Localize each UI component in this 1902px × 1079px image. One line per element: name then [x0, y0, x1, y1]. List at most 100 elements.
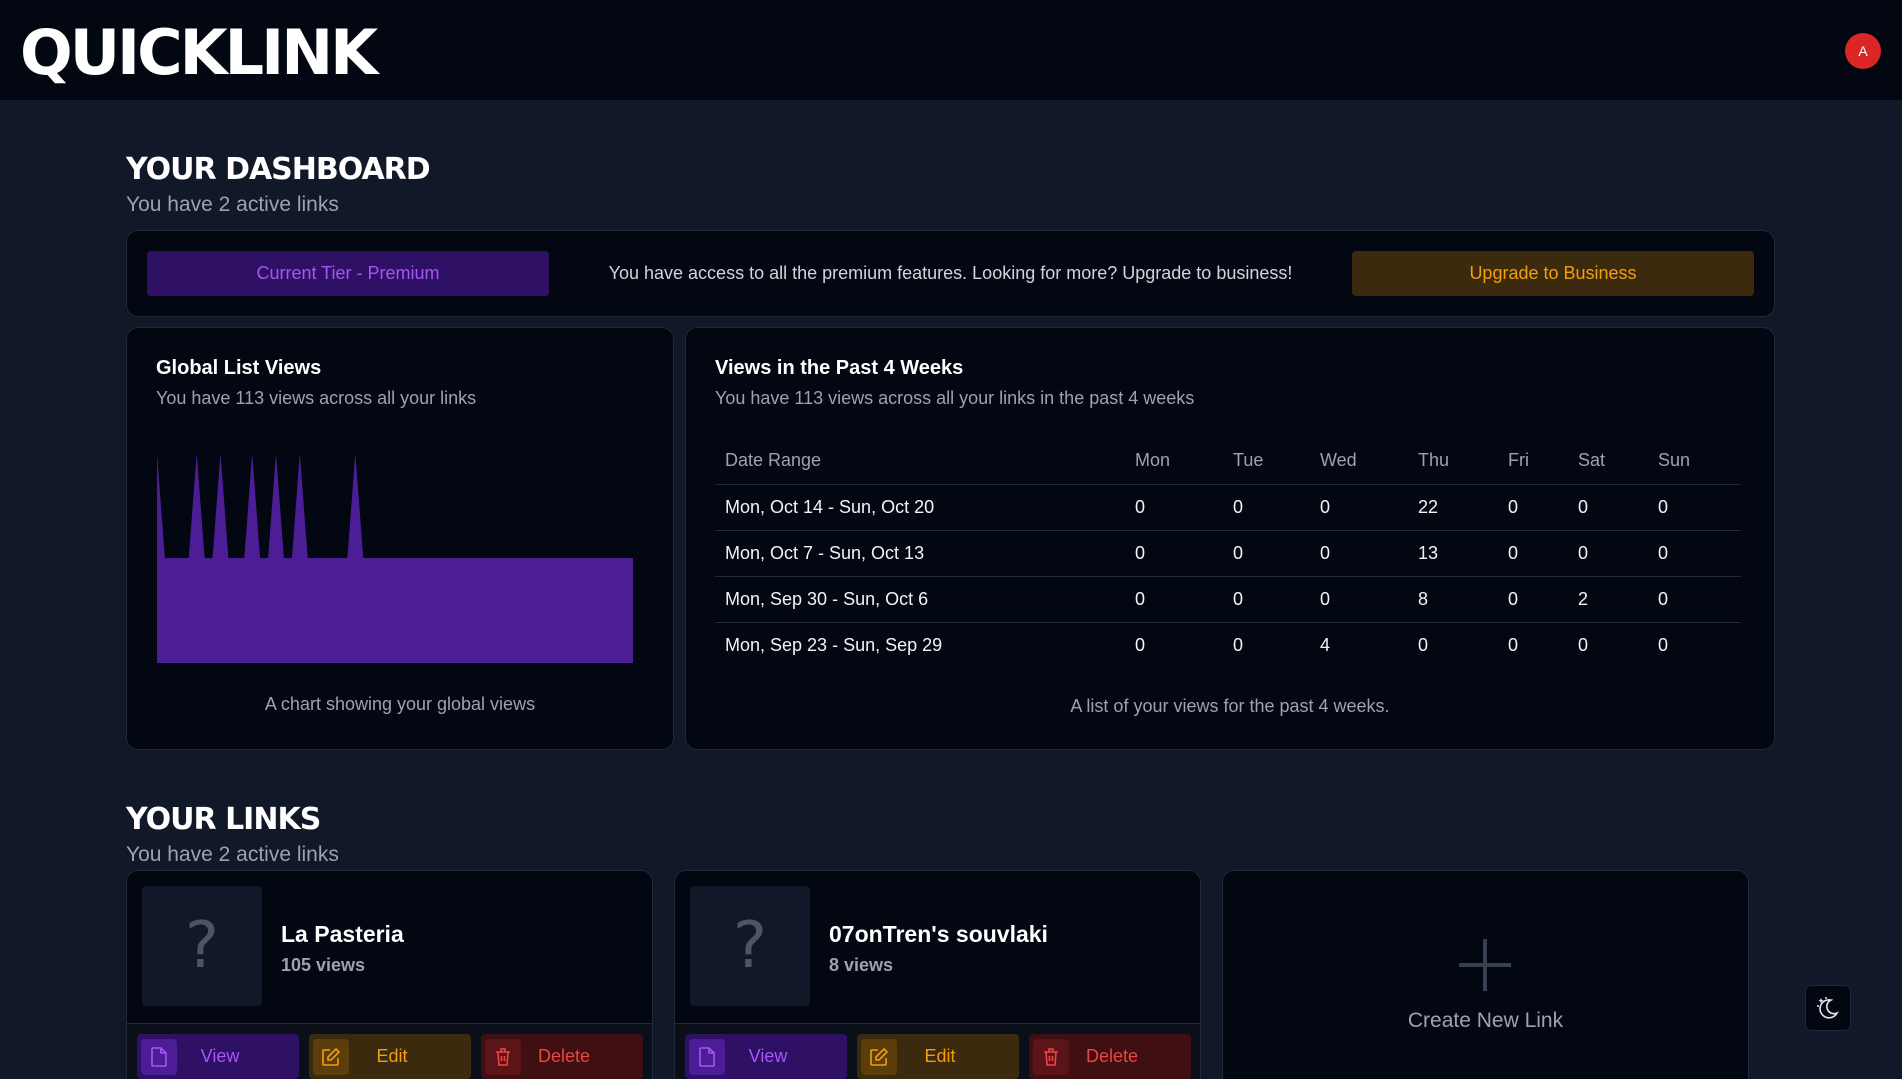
table-cell: Mon, Oct 7 - Sun, Oct 13: [715, 530, 1125, 577]
global-views-caption: A chart showing your global views: [264, 694, 536, 714]
link-views: 8 views: [829, 955, 894, 975]
table-cell: 0: [1310, 530, 1408, 577]
table-cell: 0: [1498, 576, 1568, 623]
theme-toggle-button[interactable]: [1805, 985, 1851, 1031]
table-cell: 0: [1135, 634, 1146, 655]
links-title: YOUR LINKS: [126, 802, 321, 837]
link-views: 105 views: [281, 955, 366, 975]
table-cell: 4: [1320, 634, 1331, 655]
weekly-views-caption: A list of your views for the past 4 week…: [1070, 696, 1390, 716]
question-mark-icon: ?: [142, 886, 262, 1006]
table-cell: 0: [1418, 634, 1429, 655]
table-cell: Mon, Sep 30 - Sun, Oct 6: [715, 576, 1125, 623]
column-header: Date Range: [715, 438, 1125, 485]
table-cell: 0: [1310, 484, 1408, 531]
table-cell: 0: [1223, 530, 1310, 577]
table-cell: Mon, Oct 14 - Sun, Oct 20: [715, 484, 1125, 531]
plus-icon: [1459, 939, 1511, 991]
moon-stars-icon: [1817, 997, 1839, 1019]
table-cell: 0: [1498, 530, 1568, 577]
create-new-link-label: Create New Link: [1407, 1009, 1564, 1032]
table-cell: Mon, Sep 23 - Sun, Sep 29: [725, 634, 943, 655]
link-card: ? La Pasteria 105 views View Edit Delete: [126, 870, 653, 1079]
global-views-card: Global List Views You have 113 views acr…: [126, 327, 674, 750]
link-name: La Pasteria: [281, 921, 404, 947]
table-cell: 0: [1125, 484, 1223, 531]
weekly-views-table: Date Range Mon Tue Wed Thu Fri Sat Sun M…: [715, 438, 1741, 668]
edit-button[interactable]: Edit: [857, 1034, 1019, 1079]
create-new-link-button[interactable]: Create New Link: [1222, 870, 1749, 1079]
edit-label: Edit: [924, 1046, 956, 1066]
links-subtitle: You have 2 active links: [126, 843, 339, 866]
global-views-area: [157, 453, 633, 663]
column-header: Mon: [1125, 438, 1223, 485]
dashboard-title: YOUR DASHBOARD: [126, 152, 431, 187]
global-views-title: Global List Views: [156, 357, 322, 379]
table-cell: 22: [1408, 484, 1498, 531]
app-logo[interactable]: QUICKLINK: [20, 16, 378, 89]
table-cell: 0: [1648, 576, 1741, 623]
table-header-row: Date Range Mon Tue Wed Thu Fri Sat Sun: [715, 438, 1741, 485]
column-header: Sun: [1648, 438, 1741, 485]
table-cell: 0: [1233, 634, 1244, 655]
edit-label: Edit: [376, 1046, 408, 1066]
table-cell: 0: [1658, 634, 1669, 655]
link-actions: View Edit Delete: [127, 1023, 652, 1079]
file-icon: [141, 1038, 177, 1075]
table-cell: 8: [1408, 576, 1498, 623]
weekly-views-card: Views in the Past 4 Weeks You have 113 v…: [685, 327, 1775, 750]
column-header: Thu: [1408, 438, 1498, 485]
table-cell: 0: [1125, 576, 1223, 623]
question-mark-icon: ?: [690, 886, 810, 1006]
trash-icon: [485, 1038, 521, 1075]
upgrade-to-business-button[interactable]: Upgrade to Business: [1352, 251, 1754, 296]
table-cell: 0: [1310, 576, 1408, 623]
delete-button[interactable]: Delete: [1029, 1034, 1191, 1079]
table-cell: 0: [1223, 576, 1310, 623]
view-label: View: [200, 1046, 240, 1066]
current-tier-badge: Current Tier - Premium: [147, 251, 549, 296]
global-views-chart: [157, 453, 633, 663]
table-row: Mon, Sep 23 - Sun, Sep 29 0 0 4 0 0 0 0: [715, 622, 1741, 668]
tier-message: You have access to all the premium featu…: [608, 263, 1293, 283]
column-header: Tue: [1223, 438, 1310, 485]
table-row: Mon, Sep 30 - Sun, Oct 6 0 0 0 8 0 2 0: [715, 576, 1741, 623]
column-header: Fri: [1498, 438, 1568, 485]
table-cell: 2: [1568, 576, 1648, 623]
table-cell: 0: [1498, 484, 1568, 531]
column-header: Sat: [1568, 438, 1648, 485]
table-cell: 0: [1223, 484, 1310, 531]
user-avatar[interactable]: A: [1845, 33, 1881, 69]
dashboard-subtitle: You have 2 active links: [126, 193, 339, 216]
table-cell: 13: [1408, 530, 1498, 577]
table-row: Mon, Oct 7 - Sun, Oct 13 0 0 0 13 0 0 0: [715, 530, 1741, 577]
delete-label: Delete: [537, 1046, 591, 1066]
weekly-views-subtitle: You have 113 views across all your links…: [715, 388, 1195, 408]
delete-button[interactable]: Delete: [481, 1034, 643, 1079]
view-label: View: [748, 1046, 788, 1066]
link-card: ? 07onTren's souvlaki 8 views View Edit …: [674, 870, 1201, 1079]
table-row: Mon, Oct 14 - Sun, Oct 20 0 0 0 22 0 0 0: [715, 484, 1741, 531]
edit-button[interactable]: Edit: [309, 1034, 471, 1079]
table-cell: 0: [1508, 634, 1519, 655]
link-actions: View Edit Delete: [675, 1023, 1200, 1079]
edit-icon: [313, 1038, 349, 1075]
table-cell: 0: [1648, 530, 1741, 577]
edit-icon: [861, 1038, 897, 1075]
delete-label: Delete: [1085, 1046, 1139, 1066]
column-header: Wed: [1310, 438, 1408, 485]
global-views-subtitle: You have 113 views across all your links: [156, 388, 477, 408]
table-cell: 0: [1125, 530, 1223, 577]
file-icon: [689, 1038, 725, 1075]
view-button[interactable]: View: [685, 1034, 847, 1079]
link-name: 07onTren's souvlaki: [829, 921, 1048, 947]
tier-card: Current Tier - Premium You have access t…: [126, 230, 1775, 317]
table-cell: 0: [1568, 484, 1648, 531]
weekly-views-title: Views in the Past 4 Weeks: [715, 357, 964, 379]
table-cell: 0: [1578, 634, 1589, 655]
table-cell: 0: [1648, 484, 1741, 531]
top-bar: QUICKLINK A: [0, 0, 1902, 100]
trash-icon: [1033, 1038, 1069, 1075]
view-button[interactable]: View: [137, 1034, 299, 1079]
table-cell: 0: [1568, 530, 1648, 577]
